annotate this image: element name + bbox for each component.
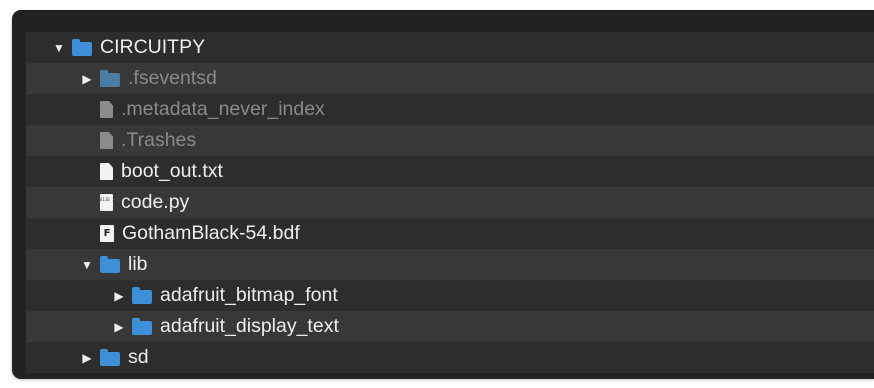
tree-item-gothamblack-bdf[interactable]: F GothamBlack-54.bdf (26, 218, 874, 249)
file-browser-window: ▼ CIRCUITPY ▶ .fseventsd .metadata_never… (12, 10, 874, 379)
collapse-arrow-icon[interactable]: ▶ (112, 320, 126, 334)
folder-icon (100, 69, 120, 87)
tree-item-label: sd (128, 346, 149, 368)
tree-item-label: adafruit_display_text (160, 315, 339, 337)
tree-item-code-py[interactable]: 0110 1010 code.py (26, 187, 874, 218)
tree-item-boot-out-txt[interactable]: boot_out.txt (26, 156, 874, 187)
file-icon (100, 101, 113, 118)
font-file-icon: F (100, 225, 114, 242)
tree-item-label: boot_out.txt (121, 160, 223, 182)
tree-item-adafruit-display-text[interactable]: ▶ adafruit_display_text (26, 311, 874, 342)
code-file-icon: 0110 1010 (100, 194, 122, 211)
file-icon (100, 163, 113, 180)
file-icon (100, 132, 113, 149)
expand-arrow-icon[interactable]: ▼ (52, 41, 66, 55)
tree-item-label: code.py (121, 191, 190, 213)
tree-item-label: lib (128, 253, 148, 275)
collapse-arrow-icon[interactable]: ▶ (80, 351, 94, 365)
folder-icon (72, 38, 92, 56)
tree-item-label: CIRCUITPY (100, 36, 206, 58)
tree-item-sd[interactable]: ▶ sd (26, 342, 874, 373)
tree-item-label: .Trashes (121, 129, 197, 151)
tree-item-circuitpy[interactable]: ▼ CIRCUITPY (26, 32, 874, 63)
folder-icon (132, 286, 152, 304)
tree-item-adafruit-bitmap-font[interactable]: ▶ adafruit_bitmap_font (26, 280, 874, 311)
expand-arrow-icon[interactable]: ▼ (80, 258, 94, 272)
tree-item-label: GothamBlack-54.bdf (122, 222, 300, 244)
folder-icon (132, 317, 152, 335)
file-tree: ▼ CIRCUITPY ▶ .fseventsd .metadata_never… (26, 32, 874, 373)
collapse-arrow-icon[interactable]: ▶ (112, 289, 126, 303)
folder-icon (100, 255, 120, 273)
folder-icon (100, 348, 120, 366)
tree-item-lib[interactable]: ▼ lib (26, 249, 874, 280)
tree-item-metadata-never-index[interactable]: .metadata_never_index (26, 94, 874, 125)
tree-item-label: adafruit_bitmap_font (160, 284, 338, 306)
tree-item-label: .metadata_never_index (121, 98, 325, 120)
tree-item-fseventsd[interactable]: ▶ .fseventsd (26, 63, 874, 94)
collapse-arrow-icon[interactable]: ▶ (80, 72, 94, 86)
tree-item-label: .fseventsd (128, 67, 217, 89)
tree-item-trashes[interactable]: .Trashes (26, 125, 874, 156)
